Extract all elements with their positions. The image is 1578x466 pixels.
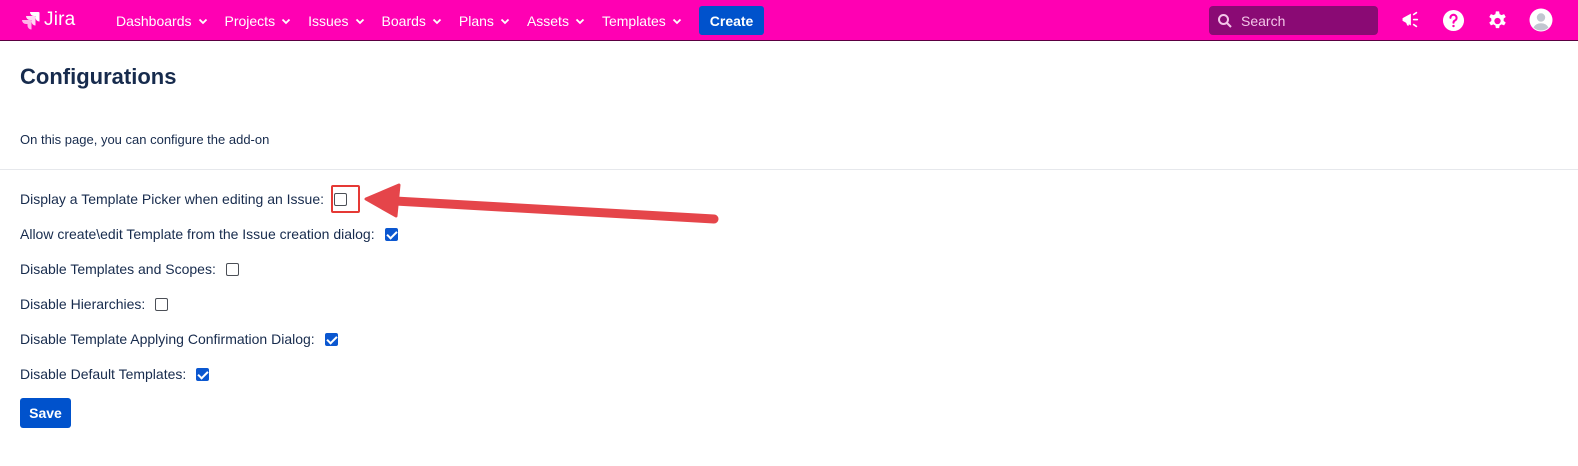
- nav-dashboards-label: Dashboards: [116, 12, 192, 29]
- jira-logo-icon: [22, 12, 40, 30]
- option-disable-templates-scopes: Disable Templates and Scopes:: [20, 259, 239, 279]
- nav-boards-label: Boards: [381, 12, 426, 29]
- page-description: On this page, you can configure the add-…: [20, 132, 270, 147]
- create-button[interactable]: Create: [698, 6, 765, 35]
- nav-issues-label: Issues: [308, 12, 349, 29]
- nav-boards[interactable]: Boards: [374, 5, 451, 37]
- search-icon: [1218, 13, 1232, 28]
- nav-plans-label: Plans: [458, 12, 494, 29]
- option-checkbox[interactable]: [196, 367, 210, 381]
- option-checkbox[interactable]: [155, 297, 169, 311]
- jira-logo[interactable]: Jira: [20, 9, 75, 31]
- nav-projects-label: Projects: [224, 12, 276, 29]
- chevron-down-icon: [575, 18, 585, 24]
- option-label: Allow create\edit Template from the Issu…: [20, 226, 375, 242]
- option-label: Disable Hierarchies:: [20, 296, 146, 312]
- option-label: Disable Templates and Scopes:: [20, 261, 216, 277]
- option-checkbox[interactable]: [324, 332, 338, 346]
- option-disable-default-templates: Disable Default Templates:: [20, 364, 210, 384]
- chevron-down-icon: [500, 18, 510, 24]
- nav-projects[interactable]: Projects: [217, 5, 301, 37]
- chevron-down-icon: [432, 18, 442, 24]
- chevron-down-icon: [672, 18, 681, 24]
- option-disable-confirmation-dialog: Disable Template Applying Confirmation D…: [20, 329, 338, 349]
- chevron-down-icon: [281, 18, 291, 24]
- option-label: Disable Default Templates:: [20, 366, 187, 382]
- settings-gear-icon[interactable]: [1485, 8, 1509, 32]
- primary-nav: Dashboards Projects Issues Boards Plans …: [108, 0, 765, 41]
- nav-plans[interactable]: Plans: [451, 5, 519, 37]
- help-icon[interactable]: [1441, 8, 1465, 32]
- nav-templates[interactable]: Templates: [594, 5, 691, 37]
- chevron-down-icon: [198, 18, 207, 24]
- nav-templates-label: Templates: [601, 12, 666, 29]
- option-label: Disable Template Applying Confirmation D…: [20, 331, 315, 347]
- search-box[interactable]: [1209, 6, 1378, 35]
- nav-assets[interactable]: Assets: [519, 5, 594, 37]
- logo-text: Jira: [44, 9, 76, 30]
- nav-dashboards[interactable]: Dashboards: [108, 5, 217, 37]
- notifications-megaphone-icon[interactable]: [1398, 8, 1422, 32]
- option-display-template-picker: Display a Template Picker when editing a…: [20, 189, 348, 209]
- option-disable-hierarchies: Disable Hierarchies:: [20, 294, 169, 314]
- nav-assets-label: Assets: [526, 12, 569, 29]
- search-input[interactable]: [1241, 12, 1371, 29]
- section-divider: [0, 169, 1578, 170]
- user-avatar-icon[interactable]: [1529, 8, 1553, 32]
- option-allow-create-edit-template: Allow create\edit Template from the Issu…: [20, 224, 398, 244]
- chevron-down-icon: [355, 18, 364, 24]
- nav-issues[interactable]: Issues: [300, 5, 373, 37]
- option-checkbox[interactable]: [384, 227, 398, 241]
- option-label: Display a Template Picker when editing a…: [20, 191, 325, 207]
- save-button[interactable]: Save: [20, 398, 71, 428]
- top-navigation-bar: Jira Dashboards Projects Issues Boards P…: [0, 0, 1578, 41]
- annotation-highlight-box: [331, 185, 360, 213]
- page-title: Configurations: [20, 64, 177, 89]
- option-checkbox[interactable]: [225, 262, 239, 276]
